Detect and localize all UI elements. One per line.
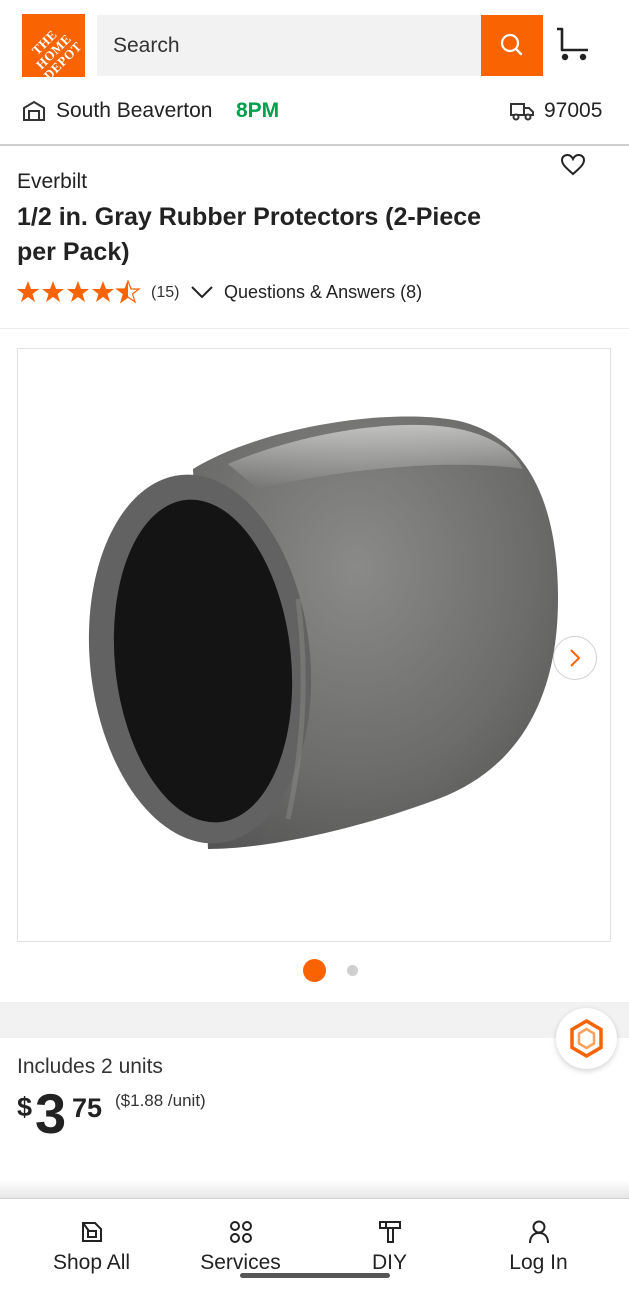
star-icon — [17, 281, 39, 302]
search-box — [97, 15, 481, 76]
header-divider — [0, 144, 629, 146]
nav-services[interactable]: Services — [162, 1199, 319, 1299]
carousel-dot[interactable] — [347, 965, 358, 976]
store-hours: 8PM — [236, 99, 280, 122]
services-icon — [230, 1221, 252, 1243]
nav-shop-all[interactable]: Shop All — [13, 1199, 170, 1299]
price-dollars: 3 — [35, 1082, 67, 1145]
heart-icon[interactable] — [560, 152, 586, 183]
bottom-nav: Shop All Services DIY Log In — [0, 1198, 629, 1300]
carousel-dot-active[interactable] — [303, 959, 326, 982]
product-brand[interactable]: Everbilt — [17, 170, 87, 194]
cart-icon[interactable] — [554, 26, 592, 69]
product-title: 1/2 in. Gray Rubber Protectors (2-Piece … — [17, 203, 482, 266]
star-rating[interactable] — [16, 279, 144, 309]
review-count[interactable]: (15) — [151, 284, 179, 302]
nav-log-in[interactable]: Log In — [460, 1199, 617, 1299]
nav-label: DIY — [371, 1251, 407, 1274]
home-depot-logo[interactable]: THE HOME DEPOT — [22, 14, 85, 83]
star-icon — [92, 281, 114, 302]
price-cents: 75 — [72, 1093, 103, 1123]
section-separator — [0, 1002, 629, 1038]
user-icon — [529, 1220, 549, 1244]
half-star-icon — [115, 279, 141, 304]
star-icon — [42, 281, 64, 302]
product-image[interactable] — [17, 348, 611, 942]
search-button[interactable] — [481, 15, 543, 76]
search-input[interactable] — [97, 15, 467, 76]
logo-text: THE HOME DEPOT — [28, 26, 85, 83]
next-image-button[interactable] — [553, 636, 597, 680]
nav-label: Services — [200, 1251, 281, 1274]
store-name[interactable]: South Beaverton — [56, 99, 212, 123]
rubber-protector-image — [88, 416, 558, 849]
shop-all-icon — [82, 1222, 102, 1242]
price-currency: $ — [17, 1092, 33, 1122]
includes-units: Includes 2 units — [17, 1055, 163, 1078]
hexagon-icon — [570, 1018, 603, 1059]
star-icon — [67, 281, 89, 302]
bottom-shadow — [0, 1180, 629, 1198]
section-divider — [0, 328, 629, 329]
chevron-down-icon[interactable] — [190, 283, 214, 306]
nav-label: Log In — [509, 1251, 568, 1274]
questions-answers-link[interactable]: Questions & Answers (8) — [224, 282, 422, 303]
search-icon — [500, 33, 523, 56]
hammer-icon — [379, 1221, 401, 1243]
nav-label: Shop All — [52, 1251, 131, 1274]
delivery-zip[interactable]: 97005 — [544, 99, 602, 123]
nav-diy[interactable]: DIY — [311, 1199, 468, 1299]
delivery-truck-icon — [509, 100, 535, 127]
home-indicator — [240, 1273, 390, 1278]
store-icon — [22, 100, 46, 127]
chevron-right-icon — [570, 649, 581, 667]
chat-assistant-button[interactable] — [556, 1008, 617, 1069]
unit-price: ($1.88 /unit) — [115, 1091, 206, 1110]
